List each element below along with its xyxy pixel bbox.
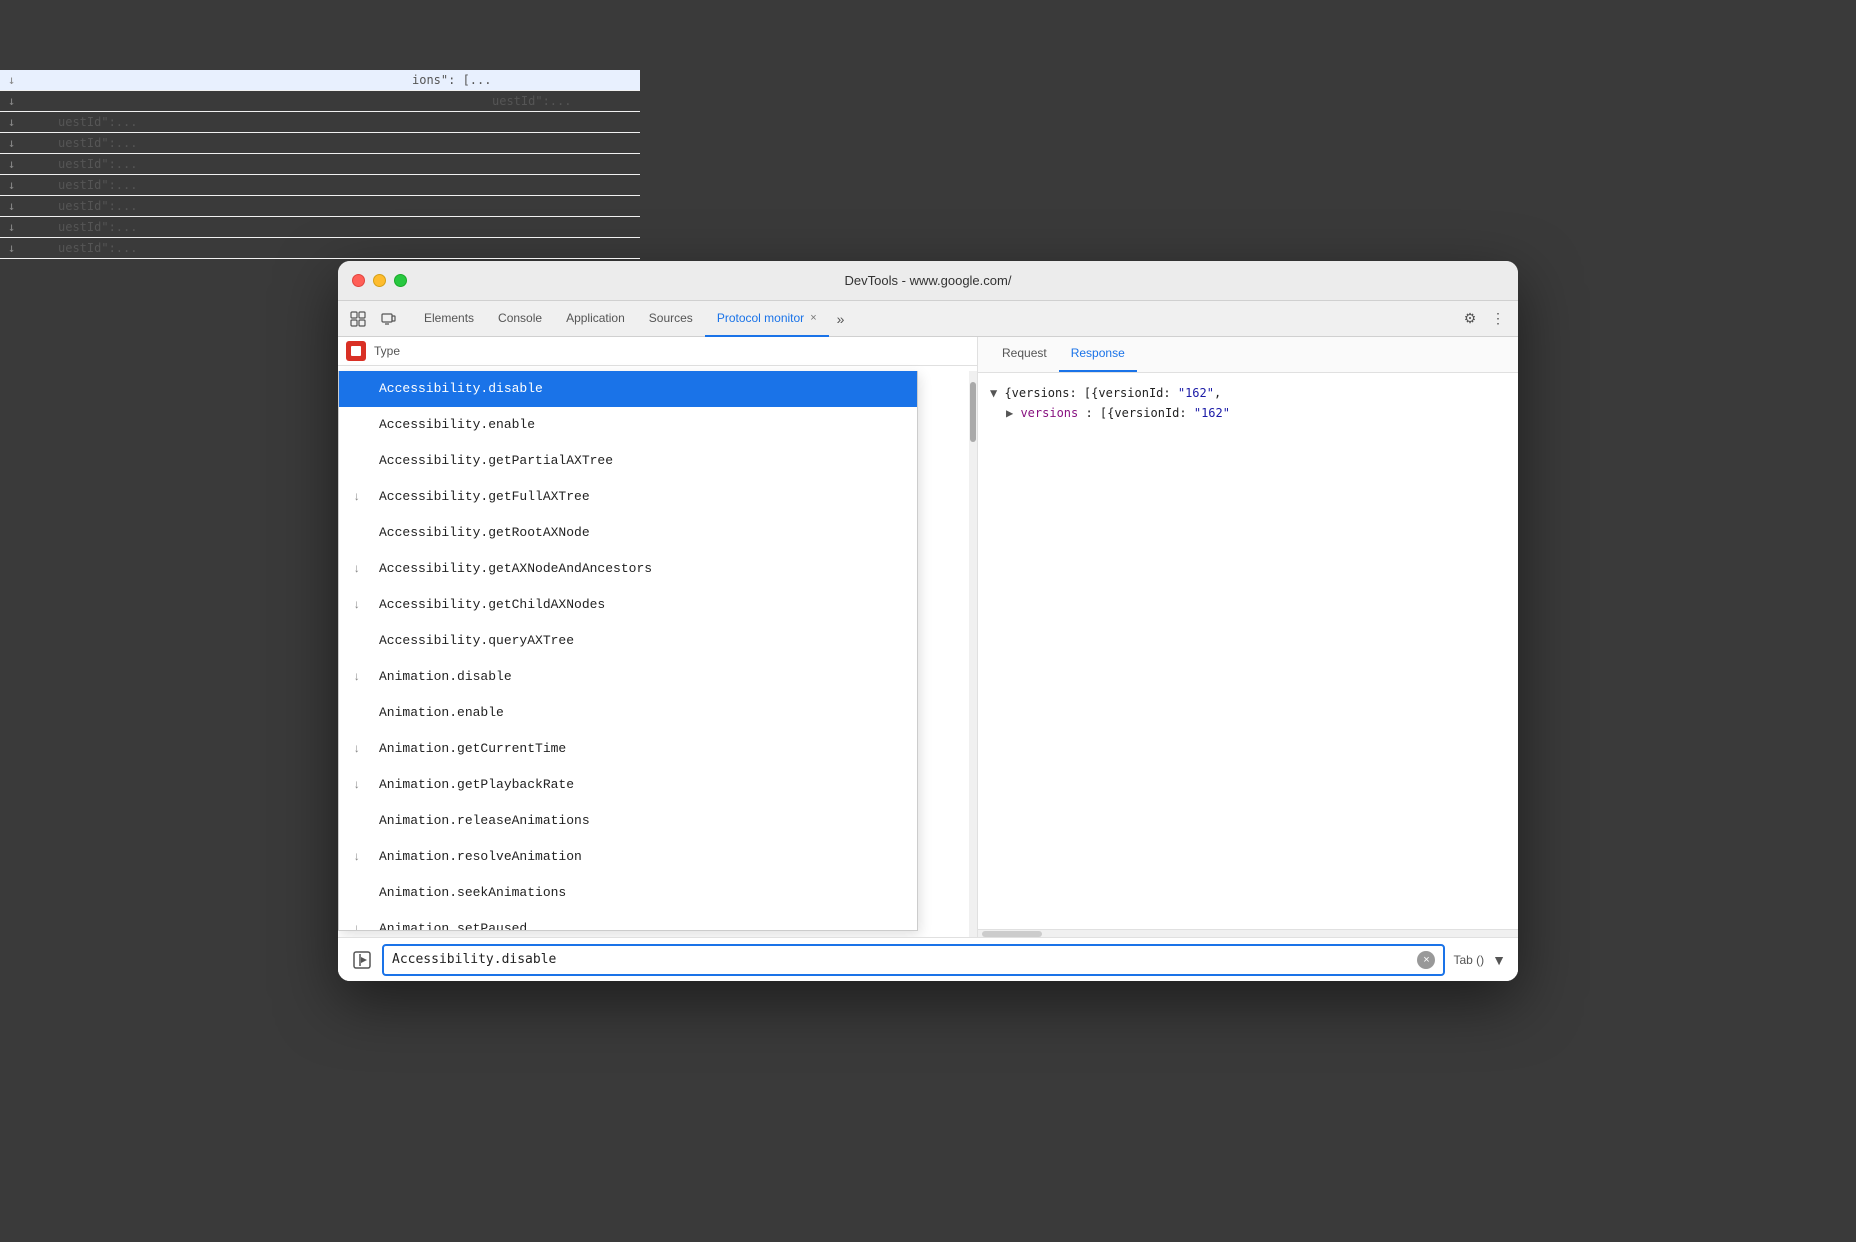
tab-protocol-monitor[interactable]: Protocol monitor × bbox=[705, 301, 829, 337]
tab-sources[interactable]: Sources bbox=[637, 301, 705, 337]
left-panel: Type Accessibility.disable Accessibility… bbox=[338, 337, 978, 937]
autocomplete-item-5[interactable]: ↓ Accessibility.getAXNodeAndAncestors bbox=[339, 551, 917, 587]
stop-button[interactable] bbox=[346, 341, 366, 361]
autocomplete-item-7[interactable]: Accessibility.queryAXTree bbox=[339, 623, 917, 659]
arrow-icon: ↓ bbox=[353, 591, 360, 619]
autocomplete-item-15[interactable]: ↓ Animation.setPaused bbox=[339, 911, 917, 931]
response-tabs: Request Response bbox=[978, 337, 1518, 373]
device-toggle-icon[interactable] bbox=[376, 307, 400, 331]
arrow-icon: ↓ bbox=[353, 915, 360, 931]
expand-icon[interactable]: ▼ bbox=[990, 386, 1004, 400]
minimize-button[interactable] bbox=[373, 274, 386, 287]
run-button[interactable] bbox=[350, 948, 374, 972]
scrollbar-track[interactable] bbox=[969, 371, 977, 937]
autocomplete-item-3[interactable]: ↓ Accessibility.getFullAXTree bbox=[339, 479, 917, 515]
arrow-icon: ↓ bbox=[353, 735, 360, 763]
response-line-2: ▶ versions : [{versionId: "162" bbox=[990, 403, 1506, 423]
tab-settings: ⚙ ⋮ bbox=[1458, 307, 1510, 331]
arrow-icon: ↓ bbox=[353, 663, 360, 691]
tab-application[interactable]: Application bbox=[554, 301, 637, 337]
fullscreen-button[interactable] bbox=[394, 274, 407, 287]
right-panel: Request Response ▼ {versions: [{versionI… bbox=[978, 337, 1518, 937]
response-text-1: {versions: [{versionId: "162", bbox=[1004, 386, 1221, 400]
response-line-1: ▼ {versions: [{versionId: "162", bbox=[990, 383, 1506, 403]
settings-icon[interactable]: ⚙ bbox=[1458, 307, 1482, 331]
clear-input-button[interactable]: × bbox=[1417, 951, 1435, 969]
tab-request[interactable]: Request bbox=[990, 337, 1059, 372]
tab-bar-icons bbox=[346, 307, 400, 331]
command-input-wrap: × bbox=[382, 944, 1445, 976]
dropdown-button[interactable]: ▼ bbox=[1492, 952, 1506, 968]
traffic-lights bbox=[352, 274, 407, 287]
autocomplete-item-6[interactable]: ↓ Accessibility.getChildAXNodes bbox=[339, 587, 917, 623]
stop-icon bbox=[351, 346, 361, 356]
type-filter-label: Type bbox=[374, 344, 400, 358]
horizontal-scrollbar[interactable] bbox=[978, 929, 1518, 937]
autocomplete-item-4[interactable]: Accessibility.getRootAXNode bbox=[339, 515, 917, 551]
tab-elements[interactable]: Elements bbox=[412, 301, 486, 337]
command-input[interactable] bbox=[392, 952, 1417, 967]
autocomplete-item-9[interactable]: Animation.enable bbox=[339, 695, 917, 731]
title-bar: DevTools - www.google.com/ bbox=[338, 261, 1518, 301]
arrow-icon: ↓ bbox=[353, 483, 360, 511]
bottom-bar: × Tab () ▼ bbox=[338, 937, 1518, 981]
devtools-window: DevTools - www.google.com/ bbox=[338, 261, 1518, 981]
close-button[interactable] bbox=[352, 274, 365, 287]
autocomplete-item-8[interactable]: ↓ Animation.disable bbox=[339, 659, 917, 695]
tab-close-icon[interactable]: × bbox=[810, 312, 816, 324]
devtools-body: Elements Console Application Sources Pro… bbox=[338, 301, 1518, 981]
autocomplete-item-12[interactable]: Animation.releaseAnimations bbox=[339, 803, 917, 839]
autocomplete-item-10[interactable]: ↓ Animation.getCurrentTime bbox=[339, 731, 917, 767]
response-content: ▼ {versions: [{versionId: "162", ▶ versi… bbox=[978, 373, 1518, 929]
h-scrollbar-thumb[interactable] bbox=[982, 931, 1042, 937]
autocomplete-item-11[interactable]: ↓ Animation.getPlaybackRate bbox=[339, 767, 917, 803]
response-text-2: : [{versionId: "162" bbox=[1085, 406, 1230, 420]
expand-icon-2[interactable]: ▶ bbox=[1006, 406, 1020, 420]
autocomplete-item-0[interactable]: Accessibility.disable bbox=[339, 371, 917, 407]
scrollbar-thumb[interactable] bbox=[970, 382, 976, 442]
inspect-icon[interactable] bbox=[346, 307, 370, 331]
arrow-icon: ↓ bbox=[353, 843, 360, 871]
arrow-icon: ↓ bbox=[353, 555, 360, 583]
more-tabs-button[interactable]: » bbox=[829, 311, 853, 327]
autocomplete-dropdown: Accessibility.disable Accessibility.enab… bbox=[338, 371, 918, 931]
tab-bar: Elements Console Application Sources Pro… bbox=[338, 301, 1518, 337]
arrow-icon: ↓ bbox=[353, 771, 360, 799]
main-area: Type Accessibility.disable Accessibility… bbox=[338, 337, 1518, 937]
menu-icon[interactable]: ⋮ bbox=[1486, 307, 1510, 331]
response-key-versions: versions bbox=[1020, 406, 1078, 420]
filter-bar: Type bbox=[338, 337, 977, 366]
tab-hint: Tab () bbox=[1453, 953, 1484, 967]
autocomplete-item-14[interactable]: Animation.seekAnimations bbox=[339, 875, 917, 911]
autocomplete-item-2[interactable]: Accessibility.getPartialAXTree bbox=[339, 443, 917, 479]
autocomplete-item-1[interactable]: Accessibility.enable bbox=[339, 407, 917, 443]
tab-response[interactable]: Response bbox=[1059, 337, 1137, 372]
window-title: DevTools - www.google.com/ bbox=[845, 273, 1012, 288]
autocomplete-item-13[interactable]: ↓ Animation.resolveAnimation bbox=[339, 839, 917, 875]
tab-console[interactable]: Console bbox=[486, 301, 554, 337]
